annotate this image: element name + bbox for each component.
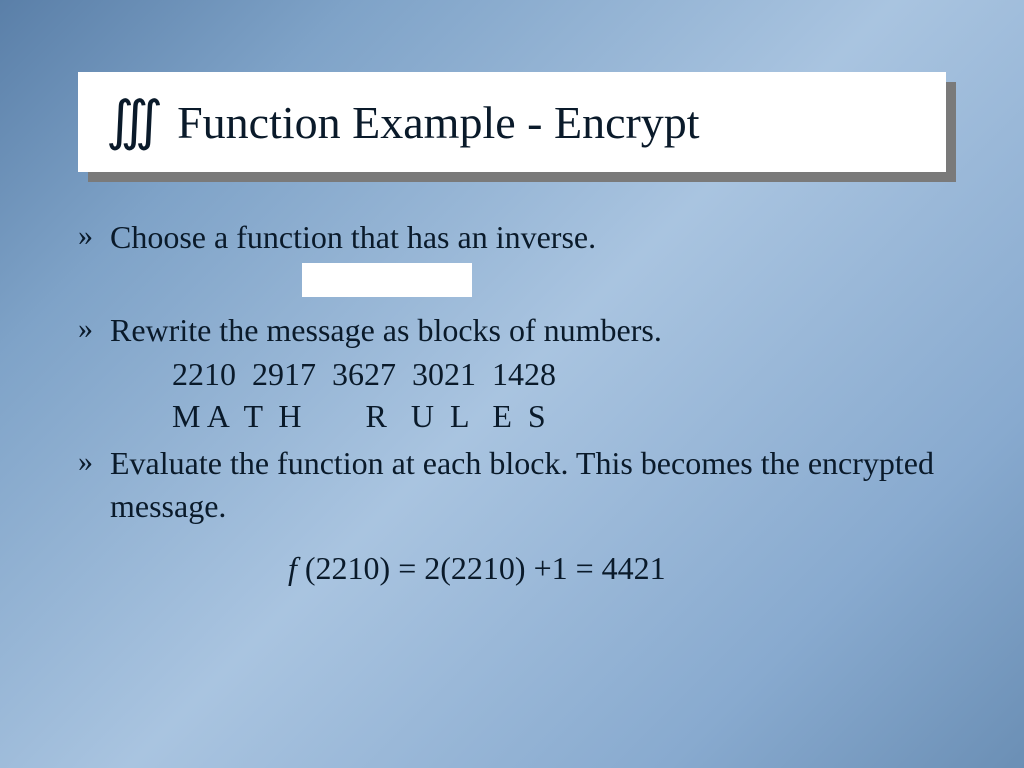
slide-title: Function Example - Encrypt: [177, 96, 700, 149]
formula-expr: 2(2210): [416, 550, 533, 586]
content-area: » Choose a function that has an inverse.…: [78, 216, 946, 587]
bullet-2-text: Rewrite the message as blocks of numbers…: [110, 309, 946, 352]
bullet-mark-icon: »: [78, 309, 110, 350]
formula-one: 1: [552, 550, 576, 586]
letters-line: M A T H R U L E S: [78, 396, 946, 438]
bullet-mark-icon: »: [78, 442, 110, 483]
evaluation-formula: f (2210) = 2(2210) +1 = 4421: [78, 550, 946, 587]
title-container: ∭ Function Example - Encrypt: [78, 72, 946, 172]
bullet-1: » Choose a function that has an inverse.: [78, 216, 946, 259]
bullet-2: » Rewrite the message as blocks of numbe…: [78, 309, 946, 352]
title-box: ∭ Function Example - Encrypt: [78, 72, 946, 172]
number-blocks-line: 2210 2917 3627 3021 1428: [78, 354, 946, 396]
formula-arg1: (2210): [297, 550, 398, 586]
formula-result: 4421: [594, 550, 666, 586]
integral-icon: ∭: [106, 89, 163, 152]
slide: ∭ Function Example - Encrypt » Choose a …: [0, 0, 1024, 768]
bullet-1-text: Choose a function that has an inverse.: [110, 216, 946, 259]
formula-eq2: =: [576, 550, 594, 586]
formula-plus: +: [534, 550, 552, 586]
formula-eq1: =: [398, 550, 416, 586]
formula-placeholder-box: [302, 263, 472, 297]
bullet-3-text: Evaluate the function at each block. Thi…: [110, 442, 946, 528]
formula-f: f: [288, 550, 297, 586]
bullet-3: » Evaluate the function at each block. T…: [78, 442, 946, 528]
bullet-mark-icon: »: [78, 216, 110, 257]
